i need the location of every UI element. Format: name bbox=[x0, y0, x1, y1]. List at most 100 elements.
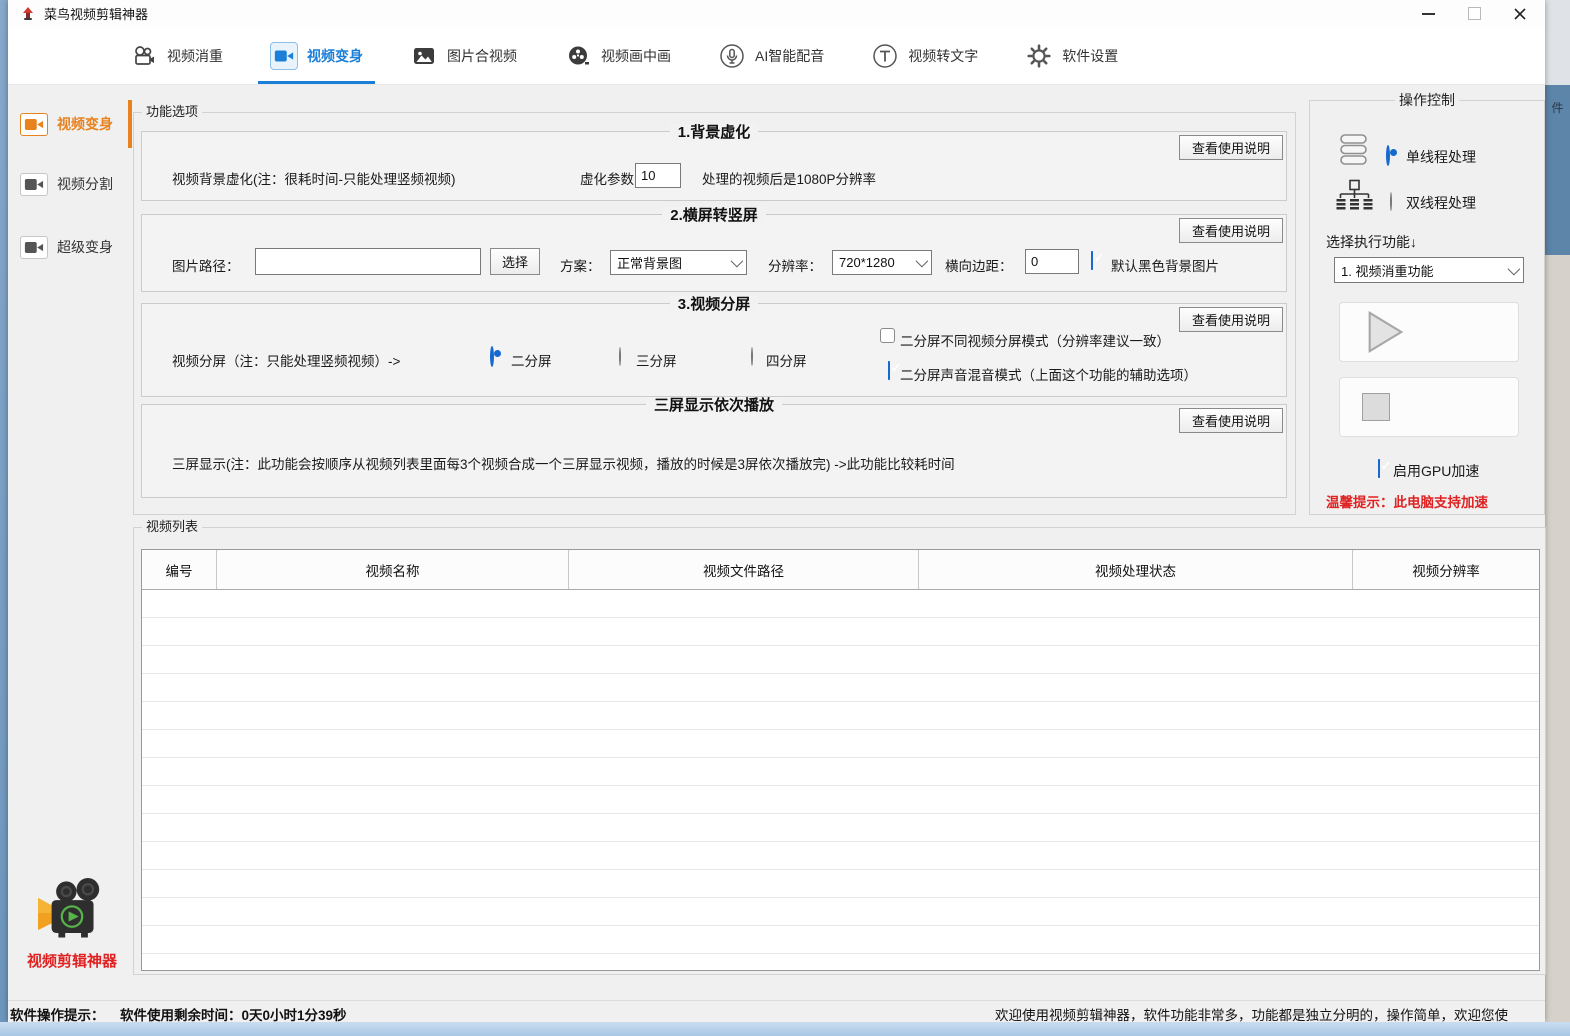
help-button[interactable]: 查看使用说明 bbox=[1179, 135, 1283, 160]
gpu-acceleration-checkbox[interactable] bbox=[1378, 459, 1380, 478]
tab-image-to-video[interactable]: 图片合视频 bbox=[410, 27, 517, 84]
group-label: 功能选项 bbox=[142, 104, 202, 120]
chevron-down-icon bbox=[731, 255, 744, 268]
desktop-bottom-sliver bbox=[0, 1022, 1570, 1036]
table-header-row: 编号 视频名称 视频文件路径 视频处理状态 视频分辨率 bbox=[142, 550, 1539, 590]
section-title: 1.背景虚化 bbox=[142, 121, 1286, 142]
audio-mix-checkbox-label: 二分屏声音混音模式（上面这个功能的辅助选项） bbox=[900, 364, 1197, 384]
sidebar-item-label: 视频分割 bbox=[57, 174, 113, 194]
tab-settings[interactable]: 软件设置 bbox=[1025, 27, 1118, 84]
desktop: 件 菜鸟视频剪辑神器 视频消 bbox=[0, 0, 1570, 1036]
four-split-radio[interactable] bbox=[751, 347, 753, 366]
single-thread-radio-label: 单线程处理 bbox=[1406, 147, 1476, 167]
main-tabbar: 视频消重 视频变身 图片合视频 视频画中画 bbox=[8, 27, 1545, 85]
app-logo-text: 视频剪辑神器 bbox=[20, 950, 124, 971]
two-split-radio[interactable] bbox=[490, 346, 494, 367]
status-hint-label: 软件操作提示： bbox=[10, 1004, 105, 1022]
section-triple-screen: 三屏显示依次播放 查看使用说明 三屏显示(注：此功能会按顺序从视频列表里面每3个… bbox=[141, 404, 1287, 498]
background-window-right-sliver: 件 bbox=[1545, 0, 1570, 1036]
black-background-checkbox-label: 默认黑色背景图片 bbox=[1111, 255, 1219, 275]
column-header-index[interactable]: 编号 bbox=[142, 550, 217, 589]
status-bar: 软件操作提示： 软件使用剩余时间：0天0小时1分39秒 欢迎使用视频剪辑神器，软… bbox=[8, 1000, 1545, 1022]
background-window-left-sliver bbox=[0, 0, 8, 1036]
group-label: 操作控制 bbox=[1395, 92, 1459, 108]
background-sliver-segment: 件 bbox=[1545, 85, 1570, 255]
play-icon bbox=[1362, 308, 1408, 356]
tab-label: 图片合视频 bbox=[447, 46, 517, 66]
execute-function-select[interactable]: 1. 视频消重功能 bbox=[1334, 257, 1524, 283]
blur-param-input[interactable] bbox=[635, 163, 681, 188]
minimize-button[interactable] bbox=[1405, 0, 1451, 27]
section-background-blur: 1.背景虚化 查看使用说明 视频背景虚化(注：很耗时间-只能处理竖频视频) 虚化… bbox=[141, 131, 1287, 201]
section-title: 3.视频分屏 bbox=[142, 293, 1286, 314]
column-header-process-status[interactable]: 视频处理状态 bbox=[919, 550, 1353, 589]
tab-label: 视频变身 bbox=[307, 46, 363, 66]
margin-input[interactable] bbox=[1025, 249, 1079, 274]
tab-label: 视频转文字 bbox=[908, 46, 978, 66]
function-options-group: 功能选项 1.背景虚化 查看使用说明 视频背景虚化(注：很耗时间-只能处理竖频视… bbox=[133, 112, 1296, 515]
window-controls bbox=[1405, 0, 1543, 27]
sidebar-item-video-transform[interactable]: 视频变身 bbox=[20, 103, 120, 145]
help-button[interactable]: 查看使用说明 bbox=[1179, 307, 1283, 332]
sidebar-item-video-split[interactable]: 视频分割 bbox=[20, 163, 120, 205]
stop-button[interactable] bbox=[1339, 377, 1519, 437]
image-path-input[interactable] bbox=[255, 248, 481, 275]
app-logo-icon bbox=[20, 6, 36, 22]
group-label: 视频列表 bbox=[142, 519, 202, 535]
tab-video-dedupe[interactable]: 视频消重 bbox=[130, 27, 223, 84]
dual-thread-radio[interactable] bbox=[1390, 192, 1392, 211]
remaining-time-text: 软件使用剩余时间：0天0小时1分39秒 bbox=[120, 1004, 347, 1022]
scheme-select[interactable]: 正常背景图 bbox=[610, 250, 747, 275]
sidebar-item-super-transform[interactable]: 超级变身 bbox=[20, 226, 120, 268]
video-camera-icon bbox=[270, 42, 298, 70]
welcome-text: 欢迎使用视频剪辑神器，软件功能非常多，功能都是独立分明的，操作简单，欢迎您使 bbox=[995, 1004, 1508, 1022]
single-thread-radio[interactable] bbox=[1386, 145, 1390, 166]
titlebar: 菜鸟视频剪辑神器 bbox=[8, 0, 1545, 27]
select-function-label: 选择执行功能↓ bbox=[1326, 232, 1417, 252]
three-split-radio[interactable] bbox=[619, 347, 621, 366]
triple-description-label: 三屏显示(注：此功能会按顺序从视频列表里面每3个视频合成一个三屏显示视频，播放的… bbox=[172, 453, 955, 473]
resolution-label: 分辨率： bbox=[768, 255, 822, 275]
close-button[interactable] bbox=[1497, 0, 1543, 27]
margin-label: 横向边距： bbox=[945, 255, 1013, 275]
two-split-radio-label: 二分屏 bbox=[511, 350, 552, 370]
four-split-radio-label: 四分屏 bbox=[766, 350, 807, 370]
resolution-select[interactable]: 720*1280 bbox=[832, 250, 932, 275]
column-header-resolution[interactable]: 视频分辨率 bbox=[1353, 550, 1539, 589]
section-title: 三屏显示依次播放 bbox=[142, 394, 1286, 415]
tab-video-to-text[interactable]: 视频转文字 bbox=[871, 27, 978, 84]
different-video-split-checkbox[interactable] bbox=[880, 328, 895, 343]
background-sliver-segment bbox=[1545, 0, 1570, 85]
help-button[interactable]: 查看使用说明 bbox=[1179, 218, 1283, 243]
blur-note-label: 处理的视频后是1080P分辨率 bbox=[702, 168, 876, 188]
film-reel-icon bbox=[564, 42, 592, 70]
sidebar-item-label: 视频变身 bbox=[57, 114, 113, 134]
black-background-checkbox[interactable] bbox=[1091, 251, 1093, 270]
audio-mix-checkbox[interactable] bbox=[888, 361, 890, 380]
tab-video-pip[interactable]: 视频画中画 bbox=[564, 27, 671, 84]
maximize-button[interactable] bbox=[1451, 0, 1497, 27]
tab-label: 软件设置 bbox=[1062, 46, 1118, 66]
operation-control-group: 操作控制 单线程处理 双线程处理 选择执行功能↓ 1. 视频消重功能 bbox=[1309, 100, 1545, 515]
tab-video-transform[interactable]: 视频变身 bbox=[270, 27, 363, 84]
chevron-down-icon bbox=[1508, 262, 1521, 275]
blur-description-label: 视频背景虚化(注：很耗时间-只能处理竖频视频) bbox=[172, 168, 456, 188]
help-button[interactable]: 查看使用说明 bbox=[1179, 408, 1283, 433]
section-title: 2.横屏转竖屏 bbox=[142, 204, 1286, 225]
video-camera-icon bbox=[20, 113, 48, 136]
video-list-group: 视频列表 编号 视频名称 视频文件路径 视频处理状态 视频分辨率 bbox=[133, 527, 1546, 975]
single-thread-icon bbox=[1339, 133, 1369, 167]
column-header-video-name[interactable]: 视频名称 bbox=[217, 550, 569, 589]
gear-icon bbox=[1025, 42, 1053, 70]
tab-label: AI智能配音 bbox=[755, 46, 824, 66]
three-split-radio-label: 三分屏 bbox=[636, 350, 677, 370]
tab-ai-dubbing[interactable]: AI智能配音 bbox=[718, 27, 824, 84]
start-button[interactable] bbox=[1339, 302, 1519, 362]
gpu-acceleration-checkbox-label: 启用GPU加速 bbox=[1393, 461, 1479, 481]
section-horizontal-to-vertical: 2.横屏转竖屏 查看使用说明 图片路径： 选择 方案： 正常背景图 分辨率： 7… bbox=[141, 214, 1287, 292]
column-header-file-path[interactable]: 视频文件路径 bbox=[569, 550, 919, 589]
choose-image-button[interactable]: 选择 bbox=[490, 248, 540, 275]
tab-label: 视频消重 bbox=[167, 46, 223, 66]
scheme-label: 方案： bbox=[560, 255, 601, 275]
letter-t-icon bbox=[871, 42, 899, 70]
